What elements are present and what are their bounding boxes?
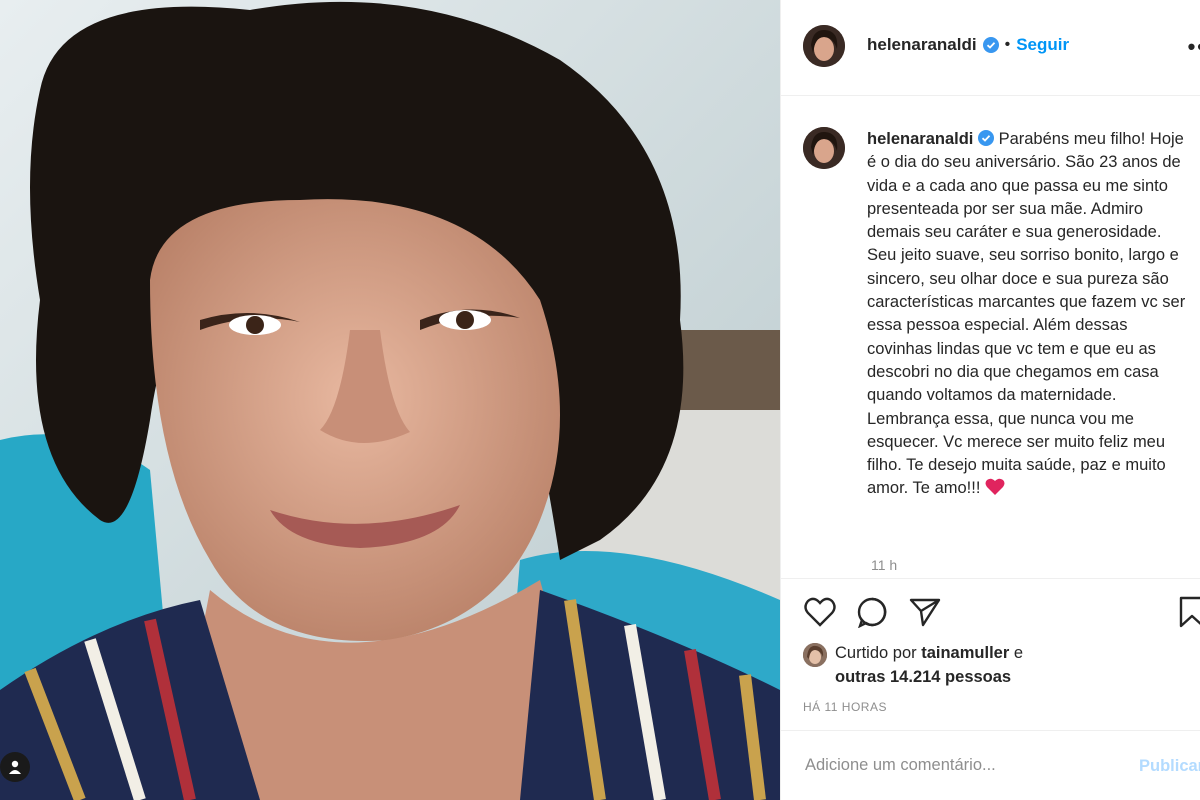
verified-badge-icon [982,37,999,53]
author-avatar[interactable] [803,25,845,67]
caption-text: Parabéns meu filho! Hoje é o dia do seu … [867,130,1186,498]
verified-badge-icon [977,130,994,146]
photo-image [0,0,780,800]
more-options-icon[interactable]: •• [1188,34,1200,60]
like-button[interactable] [803,597,837,631]
user-tag-button[interactable] [0,752,30,782]
send-icon [909,597,941,632]
publish-button[interactable]: Publicar [1139,757,1200,776]
post-header: helenaranaldi • Seguir •• [781,0,1200,96]
heart-emoji-icon [985,478,1005,503]
post-side-panel: helenaranaldi • Seguir •• helenaranaldi … [780,0,1200,800]
comment-box: Publicar [781,730,1200,800]
post-photo[interactable] [0,0,780,800]
follow-button[interactable]: Seguir [1016,35,1069,55]
caption-author-avatar[interactable] [803,127,845,169]
comment-input[interactable] [803,755,1127,776]
user-tag-icon [7,759,23,775]
post-time[interactable]: 11 h [871,557,897,573]
post-timestamp[interactable]: HÁ 11 HORAS [803,700,887,714]
likes-summary: Curtido por tainamuller e outras 14.214 … [803,641,1023,689]
post-actions: Curtido por tainamuller e outras 14.214 … [781,578,1200,731]
likes-prefix: Curtido por [835,644,917,662]
comment-icon [856,596,888,633]
likes-conj: e [1013,644,1024,662]
liker-username[interactable]: tainamuller [921,644,1009,662]
header-user: helenaranaldi • Seguir [867,35,1069,55]
likes-text: Curtido por tainamuller e outras 14.214 … [835,641,1023,689]
likes-others[interactable]: outras 14.214 pessoas [835,668,1011,686]
author-username[interactable]: helenaranaldi [867,35,977,55]
bookmark-icon [1178,596,1200,633]
caption-username[interactable]: helenaranaldi [867,130,973,148]
heart-icon [804,597,836,632]
share-button[interactable] [908,597,942,631]
post-caption: helenaranaldi Parabéns meu filho! Hoje é… [867,128,1193,504]
separator-dot: • [1004,36,1011,53]
comment-button[interactable] [855,597,889,631]
save-button[interactable] [1175,596,1200,633]
liker-avatar[interactable] [803,643,827,667]
